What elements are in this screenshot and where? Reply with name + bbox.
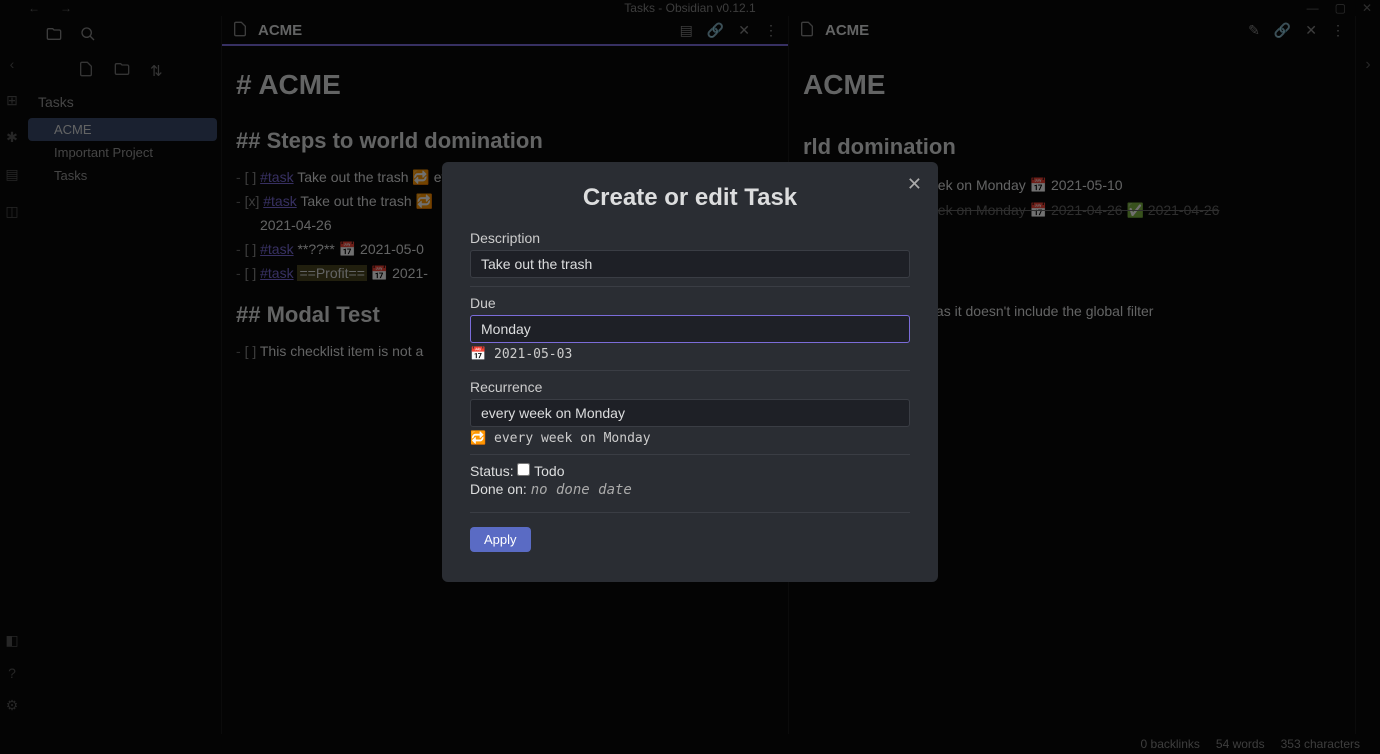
description-label: Description — [470, 230, 910, 246]
recurrence-input[interactable] — [470, 399, 910, 427]
apply-button[interactable]: Apply — [470, 527, 531, 552]
task-modal: ✕ Create or edit Task Description Due 📅 … — [442, 162, 938, 582]
due-label: Due — [470, 295, 910, 311]
modal-title: Create or edit Task — [470, 184, 910, 212]
status-checkbox[interactable] — [517, 463, 530, 476]
status-value: Todo — [534, 463, 564, 479]
due-hint: 📅 2021-05-03 — [470, 347, 910, 362]
close-icon[interactable]: ✕ — [907, 174, 922, 195]
done-value: no done date — [531, 482, 632, 498]
done-label: Done on: — [470, 481, 527, 497]
recurrence-hint: 🔁 every week on Monday — [470, 431, 910, 446]
due-input[interactable] — [470, 315, 910, 343]
recurrence-label: Recurrence — [470, 379, 910, 395]
status-label: Status: — [470, 463, 514, 479]
description-input[interactable] — [470, 250, 910, 278]
